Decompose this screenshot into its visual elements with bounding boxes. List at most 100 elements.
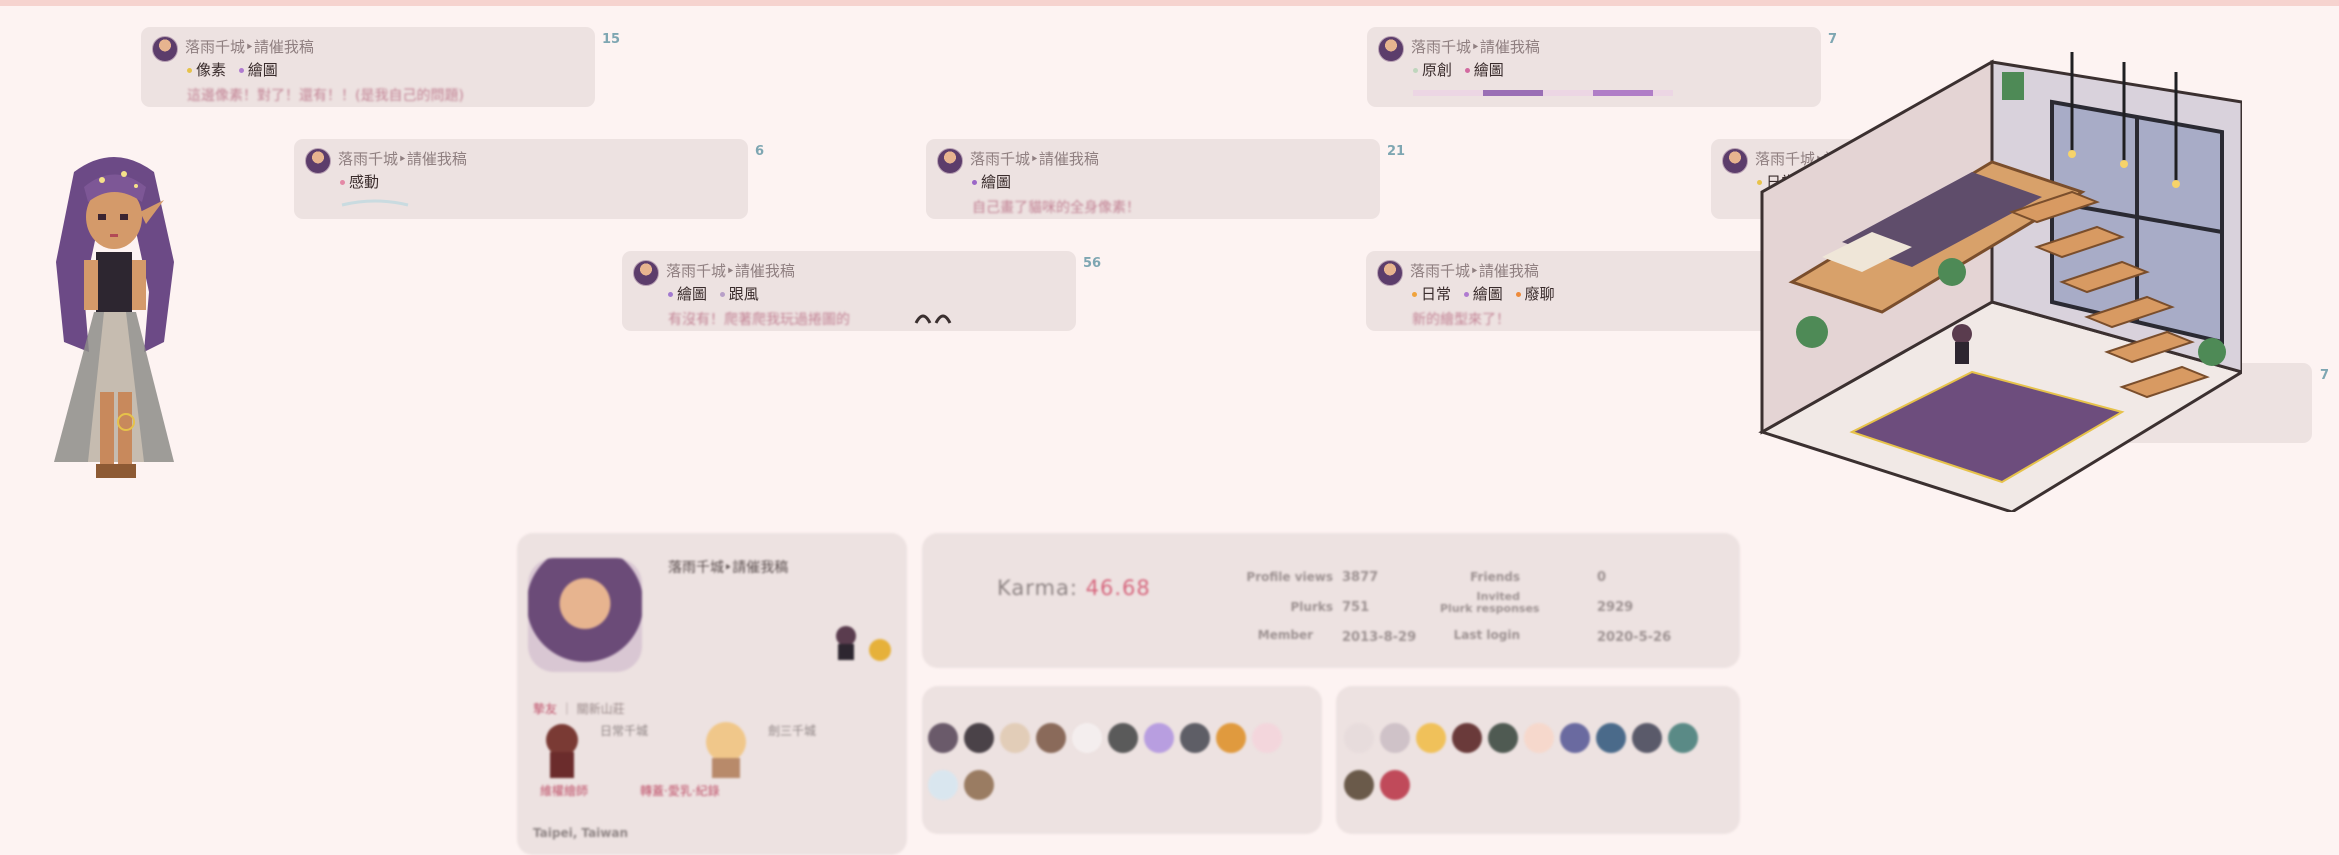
relation-label[interactable]: 摯友 [533,702,557,716]
fan-avatar[interactable] [1668,723,1698,753]
tag[interactable]: 繪圖 [238,59,278,80]
avatar[interactable] [1378,36,1404,62]
tag-label: 廢聊 [1524,285,1555,303]
relation-c[interactable]: 維權繪師 [540,782,588,799]
fan-avatar[interactable] [1416,723,1446,753]
friends-value: 0 [1597,570,1607,585]
tag-label: 繪圖 [1473,61,1504,79]
friend-avatar[interactable] [1144,723,1174,753]
last-login-label: Last login [1453,628,1520,642]
friend-avatar[interactable] [1000,723,1030,753]
friends-panel [922,686,1322,834]
relation-a[interactable]: 日常千城 [600,722,648,739]
plurk-snippet[interactable]: 這邊像素！對了！還有！！(是我自己的問題) [187,85,464,105]
avatar[interactable] [152,36,178,62]
profile-name[interactable]: 落雨千城‣請催我稿 [668,557,788,577]
fan-avatar[interactable] [1380,723,1410,753]
tag[interactable]: 繪圖 [1463,283,1503,304]
friend-avatar[interactable] [1036,723,1066,753]
fan-avatar[interactable] [1344,723,1374,753]
plurk-card[interactable]: 落雨千城‣請催我稿 繪圖 跟風 有沒有！爬著爬我玩過捲圖的 [622,251,1076,331]
tag-label: 跟風 [728,285,759,303]
profile-avatar[interactable] [528,558,642,672]
fan-avatar[interactable] [1560,723,1590,753]
relation-place[interactable]: 關新山莊 [577,702,625,716]
avatar[interactable] [1377,260,1403,286]
response-count[interactable]: 56 [1083,256,1101,271]
avatar[interactable] [305,148,331,174]
plurk-author[interactable]: 落雨千城‣請催我稿 [970,148,1099,169]
tag-dot-icon [1413,68,1418,73]
tag[interactable]: 原創 [1413,59,1452,80]
top-strip [0,0,2339,6]
karma-display: Karma: 46.68 [997,576,1151,600]
plurk-snippet[interactable]: 自己畫了貓咪的全身像素！ [972,197,1140,217]
tag[interactable]: 繪圖 [1464,59,1504,80]
friend-avatar[interactable] [964,770,994,800]
plurk-tags: 像素 繪圖 [187,59,286,80]
tag[interactable]: 繪圖 [668,283,707,304]
fan-avatar[interactable] [1632,723,1662,753]
tag-dot-icon [1463,292,1469,297]
plurk-tags: 感動 [340,171,387,192]
friend-avatar[interactable] [964,723,994,753]
friend-avatar[interactable] [1252,723,1282,753]
friend-avatar[interactable] [1216,723,1246,753]
tag-dot-icon [719,292,725,297]
plurk-card[interactable]: 落雨千城‣請催我稿 感動 [294,139,748,219]
plurk-tags: 原創 繪圖 [1413,59,1512,80]
profile-views-label: Profile views [1246,570,1333,584]
fan-avatar[interactable] [1344,770,1374,800]
plurk-card[interactable]: 落雨千城‣請催我稿 日常 繪圖 廢聊 新的繪型來了！ [1366,251,1816,331]
plurk-author[interactable]: 落雨千城‣請催我稿 [1410,260,1539,281]
fan-avatar[interactable] [1596,723,1626,753]
profile-views-value: 3877 [1342,570,1379,585]
response-count[interactable]: 15 [602,32,620,47]
tag[interactable]: 繪圖 [972,171,1011,192]
avatar[interactable] [633,260,659,286]
fan-avatar[interactable] [1488,723,1518,753]
tag-dot-icon [972,180,977,185]
tag[interactable]: 日常 [1412,283,1451,304]
plurk-tags: 繪圖 跟風 [668,283,767,304]
plurk-card[interactable]: 落雨千城‣請催我稿 繪圖 自己畫了貓咪的全身像素！ [926,139,1380,219]
pixel-room-image [1758,52,2242,512]
tag[interactable]: 感動 [340,171,379,192]
relation-b[interactable]: 劍三千城 [768,722,816,739]
tag[interactable]: 像素 [187,59,226,80]
tag[interactable]: 廢聊 [1515,283,1555,304]
plurk-responses-label: Plurk responses [1440,602,1540,615]
pixel-character-image [54,157,174,478]
tag-dot-icon [238,68,244,73]
plurk-snippet[interactable]: 有沒有！爬著爬我玩過捲圖的 [668,309,850,329]
relation-d[interactable]: 轉蓋·愛乳·紀錄 [640,782,720,799]
response-count[interactable]: 21 [1387,144,1405,159]
fan-avatar[interactable] [1524,723,1554,753]
invited-value: 2929 [1597,600,1634,615]
plurk-author[interactable]: 落雨千城‣請催我稿 [1411,36,1540,57]
plurk-author[interactable]: 落雨千城‣請催我稿 [666,260,795,281]
avatar[interactable] [1722,148,1748,174]
avatar[interactable] [937,148,963,174]
tag-dot-icon [1515,292,1521,297]
friend-avatar[interactable] [928,770,958,800]
friends-label: Friends [1470,570,1520,584]
friend-avatar[interactable] [1108,723,1138,753]
friend-avatar[interactable] [928,723,958,753]
plurk-snippet[interactable]: 新的繪型來了！ [1412,309,1510,329]
response-count[interactable]: 7 [2320,368,2329,383]
plurk-card[interactable]: 落雨千城‣請催我稿 像素 繪圖 這邊像素！對了！還有！！(是我自己的問題) [141,27,595,107]
plurks-value: 751 [1342,600,1370,615]
plurks-label: Plurks [1290,600,1334,614]
fan-avatar[interactable] [1452,723,1482,753]
plurk-author[interactable]: 落雨千城‣請催我稿 [338,148,467,169]
fan-avatar[interactable] [1380,770,1410,800]
friend-avatar[interactable] [1072,723,1102,753]
response-count[interactable]: 6 [755,144,764,159]
tag-label: 感動 [349,173,380,191]
tag[interactable]: 跟風 [719,283,759,304]
member-label: Member [1257,628,1313,642]
pixel-preview-strip [1413,90,1673,96]
friend-avatar[interactable] [1180,723,1210,753]
plurk-author[interactable]: 落雨千城‣請催我稿 [185,36,314,57]
